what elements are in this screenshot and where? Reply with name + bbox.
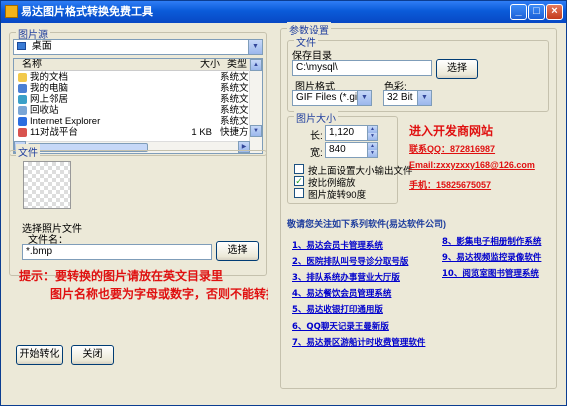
length-label: 长: — [310, 131, 323, 142]
scroll-up-icon[interactable]: ▲ — [250, 59, 262, 71]
select-dir-button[interactable]: 选择 — [436, 59, 478, 79]
file-type: 系统文 — [220, 116, 249, 127]
image-size-group-label: 图片大小 — [294, 110, 338, 125]
hint-line-1: 提示：要转换的图片请放在英文目录里 — [19, 269, 224, 283]
width-value: 840 — [329, 144, 346, 155]
computer-icon — [18, 84, 27, 93]
main-window: 易达图片格式转换免费工具 _ □ × 图片源 桌面 ▼ 名称 大小 类型 我的文… — [0, 0, 567, 406]
maximize-button[interactable]: □ — [528, 4, 545, 20]
window-body: 图片源 桌面 ▼ 名称 大小 类型 我的文档 系统文 我的电脑 系统文 网上邻居 系统文回… — [4, 22, 563, 403]
software-link[interactable]: 6、QQ聊天记录王曼新版 — [292, 320, 389, 332]
drive-combo[interactable]: 桌面 ▼ — [13, 39, 263, 55]
file-name: Internet Explorer — [30, 116, 101, 127]
list-item[interactable]: 回收站 系统文 — [14, 105, 249, 116]
format-combo[interactable]: GIF Files (*.gif) ▼ — [292, 90, 372, 106]
length-value: 1,120 — [329, 127, 355, 138]
output-file-group: 文件 保存目录 C:\mysql\ 选择 图片格式 GIF Files (*.g… — [287, 34, 549, 112]
software-link[interactable]: 9、易达视频监控录像软件 — [442, 251, 541, 263]
save-dir-input[interactable]: C:\mysql\ — [292, 60, 432, 76]
length-spinner[interactable]: ▲ ▼ — [367, 126, 377, 140]
file-list-vertical-scrollbar[interactable]: ▲ ▼ — [249, 59, 262, 153]
software-link[interactable]: 7、易达景区游船计时收费管理软件 — [292, 336, 425, 348]
folder-icon — [18, 73, 27, 82]
close-button[interactable]: 关闭 — [71, 345, 114, 365]
file-group-label: 文件 — [16, 144, 40, 159]
minimize-button[interactable]: _ — [510, 4, 527, 20]
file-name-input[interactable]: *.bmp — [22, 244, 212, 260]
length-input[interactable]: 1,120 ▲ ▼ — [325, 125, 378, 141]
option-checkbox[interactable] — [294, 188, 304, 198]
width-spinner[interactable]: ▲ ▼ — [367, 143, 377, 157]
software-link[interactable]: 8、影集电子相册制作系统 — [442, 235, 541, 247]
file-group: 文件 选择照片文件 文件名： *.bmp 选择 — [9, 144, 267, 276]
ie-icon — [18, 117, 27, 126]
shortcut-icon — [18, 128, 27, 137]
file-name: 我的文档 — [30, 72, 69, 83]
select-file-button[interactable]: 选择 — [216, 241, 259, 261]
scroll-down-icon[interactable]: ▼ — [250, 125, 262, 137]
color-combo-value: 32 Bit — [387, 92, 413, 103]
file-name: 11对战平台 — [30, 127, 78, 138]
file-type: 系统文 — [220, 94, 249, 105]
start-convert-button[interactable]: 开始转化 — [16, 345, 63, 365]
software-link[interactable]: 1、易达会员卡管理系统 — [292, 239, 383, 251]
list-item[interactable]: 我的文档 系统文 — [14, 72, 249, 83]
file-name: 我的电脑 — [30, 83, 69, 94]
column-name[interactable]: 名称 — [22, 59, 42, 71]
app-icon — [5, 5, 18, 18]
color-combo[interactable]: 32 Bit ▼ — [383, 90, 432, 106]
contact-qq: 联系QQ：872816987 — [409, 144, 496, 154]
option-checkbox[interactable]: ✓ — [294, 176, 304, 186]
chevron-down-icon[interactable]: ▼ — [357, 91, 371, 105]
file-list[interactable]: 名称 大小 类型 我的文档 系统文 我的电脑 系统文 网上邻居 系统文 回收站 系统文 Inte… — [13, 58, 263, 154]
drive-combo-value: 桌面 — [31, 41, 52, 52]
file-size: 1 KB — [191, 127, 212, 138]
hint-line-2: 图片名称也要为字母或数字，否则不能转换( — [50, 287, 268, 301]
window-title: 易达图片格式转换免费工具 — [21, 6, 153, 18]
file-type: 快捷方 — [220, 127, 249, 138]
settings-group: 参数设置 文件 保存目录 C:\mysql\ 选择 图片格式 GIF Files… — [280, 22, 557, 389]
software-heading: 敬请您关注如下系列软件(易达软件公司) — [287, 219, 446, 229]
list-item[interactable]: 11对战平台 1 KB 快捷方 — [14, 127, 249, 138]
chevron-down-icon[interactable]: ▼ — [248, 40, 262, 54]
recycle-bin-icon — [18, 106, 27, 115]
width-label: 宽: — [310, 148, 323, 159]
file-name: 回收站 — [30, 105, 59, 116]
list-item[interactable]: 网上邻居 系统文 — [14, 94, 249, 105]
option-label[interactable]: 图片旋转90度 — [308, 187, 366, 201]
column-size[interactable]: 大小 — [200, 59, 220, 71]
image-preview — [23, 161, 71, 209]
file-list-header: 名称 大小 类型 — [14, 59, 262, 71]
list-item[interactable]: 我的电脑 系统文 — [14, 83, 249, 94]
software-link[interactable]: 2、医院排队叫号导诊分取号版 — [292, 255, 408, 267]
software-link[interactable]: 3、排队系统办事营业大厅版 — [292, 271, 400, 283]
close-window-button[interactable]: × — [546, 4, 563, 20]
file-type: 系统文 — [220, 83, 249, 94]
format-combo-value: GIF Files (*.gif) — [296, 92, 364, 103]
network-icon — [18, 95, 27, 104]
file-type: 系统文 — [220, 105, 249, 116]
software-link[interactable]: 5、易达收银打印通用版 — [292, 303, 383, 315]
image-size-group: 图片大小 长: 1,120 ▲ ▼ 宽: 840 ▲ ▼ 按上面设置大小输出文件 ✓ 按… — [287, 110, 413, 204]
option-checkbox[interactable] — [294, 164, 304, 174]
software-link[interactable]: 10、阅览室图书管理系统 — [442, 267, 539, 279]
desktop-icon — [17, 42, 26, 50]
source-group: 图片源 桌面 ▼ 名称 大小 类型 我的文档 系统文 我的电脑 系统文 网上邻居 系统文回… — [9, 26, 267, 156]
contact-email[interactable]: Email:zxxyzxxy168@126.com — [409, 160, 535, 170]
enter-developer-site-link[interactable]: 进入开发商网站 — [409, 122, 493, 139]
file-type: 系统文 — [220, 72, 249, 83]
chevron-down-icon[interactable]: ▼ — [417, 91, 431, 105]
width-input[interactable]: 840 ▲ ▼ — [325, 142, 378, 158]
file-name: 网上邻居 — [30, 94, 69, 105]
column-type[interactable]: 类型 — [227, 59, 247, 71]
contact-phone: 手机：15825675057 — [409, 180, 492, 190]
software-link[interactable]: 4、易达餐饮会员管理系统 — [292, 287, 391, 299]
title-bar: 易达图片格式转换免费工具 _ □ × — [1, 1, 566, 23]
list-item[interactable]: Internet Explorer 系统文 — [14, 116, 249, 127]
